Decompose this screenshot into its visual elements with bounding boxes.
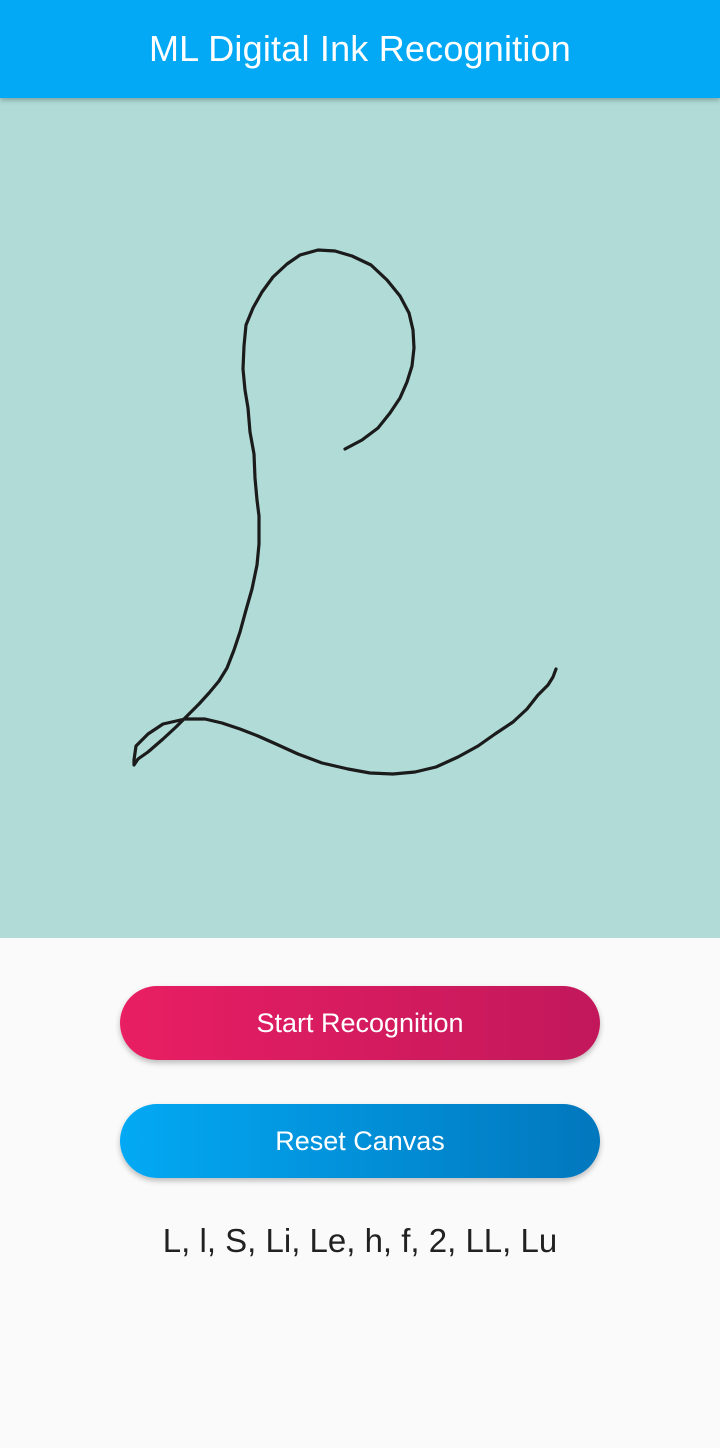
ink-stroke-layer: [132, 248, 558, 776]
app-title: ML Digital Ink Recognition: [148, 28, 572, 69]
app-bar: ML Digital Ink Recognition: [0, 0, 720, 98]
reset-canvas-button[interactable]: Reset Canvas: [120, 1104, 600, 1178]
recognition-result-text: L, l, S, Li, Le, h, f, 2, LL, Lu: [162, 1222, 558, 1259]
drawing-canvas[interactable]: [0, 98, 720, 938]
ink-stroke: [132, 248, 558, 776]
start-recognition-button[interactable]: Start Recognition: [120, 986, 600, 1060]
